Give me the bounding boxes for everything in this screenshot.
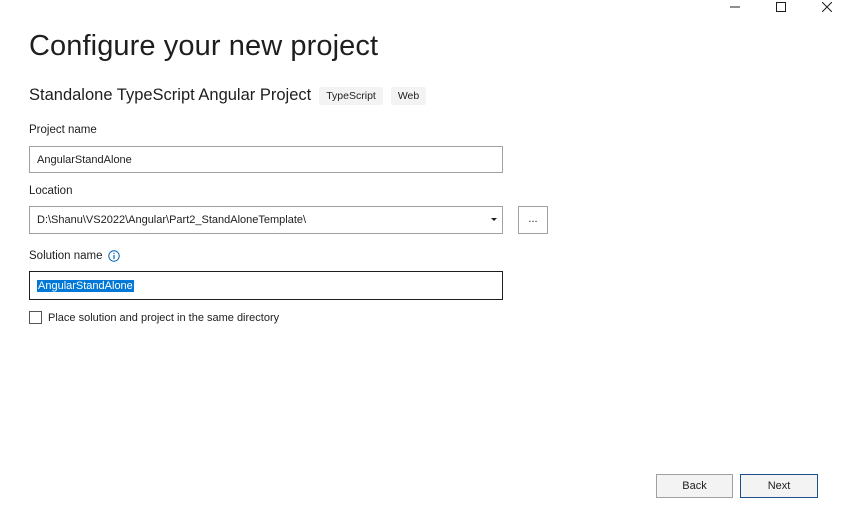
minimize-button[interactable] bbox=[712, 0, 758, 14]
maximize-button[interactable] bbox=[758, 0, 804, 14]
same-directory-option[interactable]: Place solution and project in the same d… bbox=[29, 311, 279, 324]
minimize-icon bbox=[730, 2, 740, 12]
solution-name-value: AngularStandAlone bbox=[37, 279, 134, 292]
location-combobox[interactable]: D:\Shanu\VS2022\Angular\Part2_StandAlone… bbox=[29, 206, 503, 234]
next-label: Next bbox=[767, 480, 791, 492]
browse-location-button[interactable]: ... bbox=[518, 206, 548, 234]
same-directory-label: Place solution and project in the same d… bbox=[48, 311, 280, 324]
template-info: Standalone TypeScript Angular Project Ty… bbox=[29, 86, 427, 105]
same-directory-checkbox[interactable] bbox=[29, 311, 42, 324]
window-controls bbox=[712, 0, 850, 14]
close-icon bbox=[822, 2, 832, 12]
configure-project-window: Configure your new project Standalone Ty… bbox=[0, 0, 850, 508]
project-name-input[interactable]: AngularStandAlone bbox=[29, 146, 503, 173]
maximize-icon bbox=[776, 2, 786, 12]
tag-typescript: TypeScript bbox=[319, 86, 383, 105]
location-value: D:\Shanu\VS2022\Angular\Part2_StandAlone… bbox=[37, 214, 307, 226]
next-button[interactable]: Next bbox=[740, 474, 818, 498]
solution-name-input[interactable]: AngularStandAlone bbox=[29, 271, 503, 300]
info-icon[interactable] bbox=[107, 250, 120, 262]
back-button[interactable]: Back bbox=[656, 474, 733, 498]
project-name-label: Project name bbox=[29, 124, 97, 136]
close-button[interactable] bbox=[804, 0, 850, 14]
location-label: Location bbox=[29, 185, 73, 197]
browse-label: ... bbox=[528, 212, 538, 225]
solution-name-label-row: Solution name bbox=[29, 250, 120, 262]
template-name: Standalone TypeScript Angular Project bbox=[29, 86, 312, 104]
chevron-down-icon[interactable] bbox=[491, 218, 497, 221]
back-label: Back bbox=[682, 480, 707, 492]
page-title: Configure your new project bbox=[29, 30, 379, 62]
tag-web: Web bbox=[390, 86, 427, 105]
project-name-value: AngularStandAlone bbox=[37, 153, 132, 166]
solution-name-label: Solution name bbox=[29, 250, 103, 262]
